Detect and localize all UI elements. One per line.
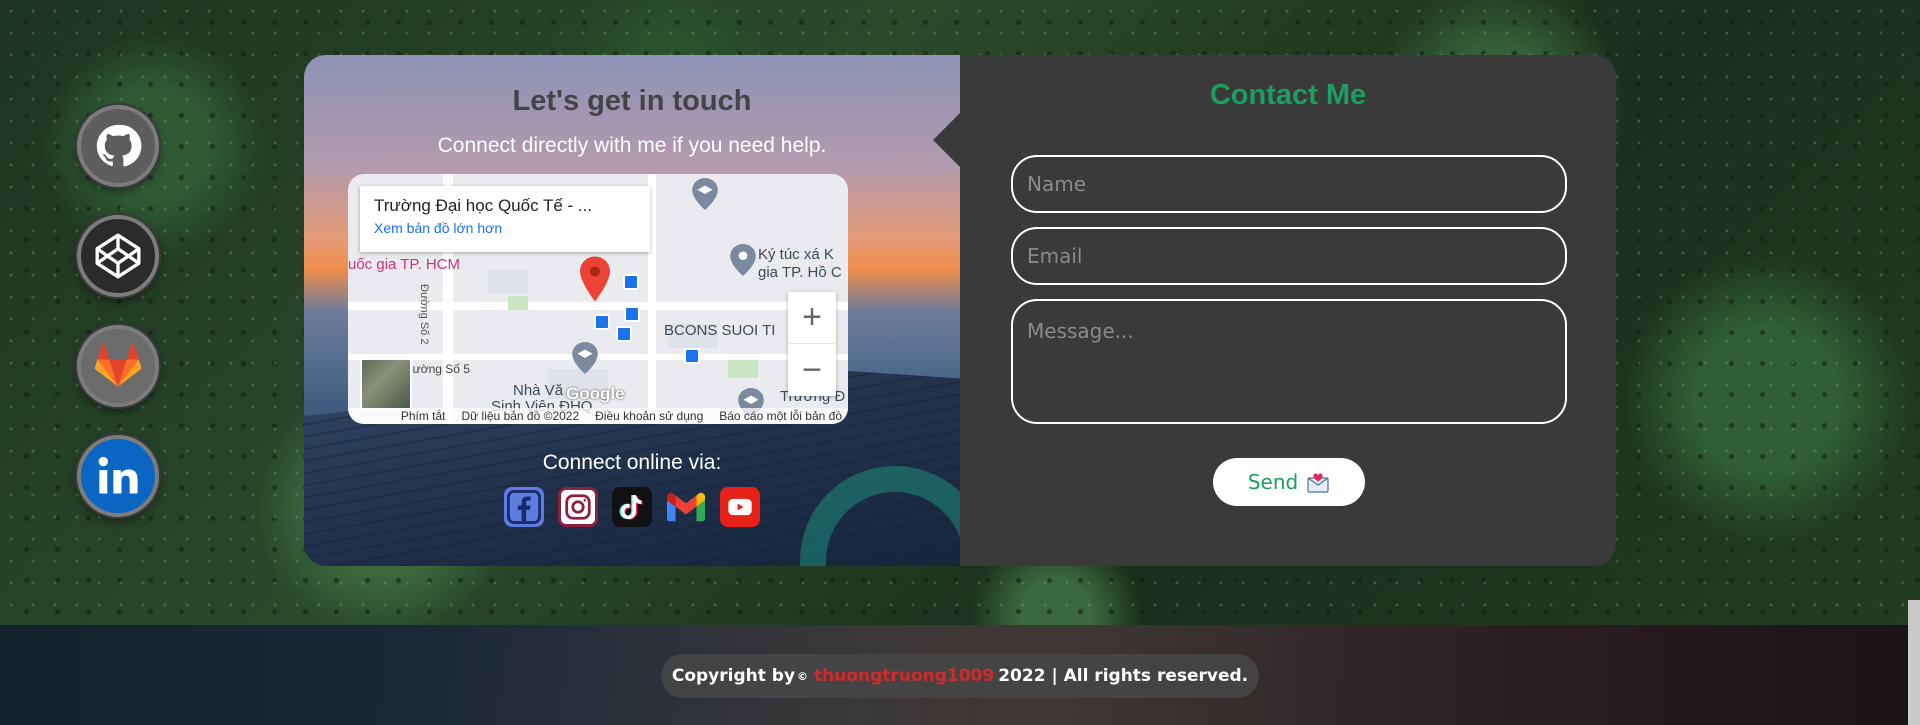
message-textarea[interactable]	[1011, 299, 1567, 424]
youtube-icon	[728, 498, 752, 516]
zoom-in-button[interactable]: +	[788, 292, 836, 344]
zoom-out-button[interactable]: −	[788, 344, 836, 396]
instagram-link[interactable]	[558, 487, 598, 527]
map-label-bcons: BCONS SUOI TI	[664, 322, 776, 339]
name-input[interactable]	[1011, 155, 1567, 213]
map-label-dorm-2: gia TP. Hồ C	[758, 264, 842, 281]
touch-panel: Let's get in touch Connect directly with…	[304, 55, 990, 566]
bus-stop-icon	[623, 274, 639, 290]
envelope-heart-icon	[1307, 473, 1329, 493]
map-shortcuts-link[interactable]: Phím tắt	[401, 409, 446, 423]
place-name: Trường Đại học Quốc Tế - ...	[374, 196, 593, 215]
facebook-icon	[507, 490, 541, 524]
touch-title: Let's get in touch	[512, 85, 752, 117]
map-label-nha: Nhà Vă	[513, 382, 564, 399]
map-pin-icon[interactable]	[580, 256, 610, 302]
gmail-link[interactable]	[666, 487, 706, 527]
connect-online-label: Connect online via:	[542, 451, 722, 474]
linkedin-link[interactable]	[77, 435, 159, 517]
map-label-dorm-1: Ký túc xá K	[758, 246, 834, 263]
gmail-icon	[667, 492, 705, 522]
social-sidebar	[77, 105, 159, 545]
contact-title: Contact Me	[1209, 79, 1367, 111]
tiktok-icon	[619, 495, 643, 520]
larger-map-link[interactable]: Xem bản đồ lớn hơn	[374, 220, 636, 236]
map-label-road-2: Đường Số 5	[404, 362, 470, 376]
google-watermark: Google	[566, 384, 625, 403]
place-info-card: Trường Đại học Quốc Tế - ... Xem bản đồ …	[360, 186, 650, 252]
map-park	[508, 296, 528, 310]
online-icons	[304, 487, 960, 527]
codepen-link[interactable]	[77, 215, 159, 297]
map-terms-link[interactable]: Điều khoản sử dụng	[595, 409, 703, 423]
copyright-prefix: Copyright by	[671, 666, 796, 686]
linkedin-icon	[90, 448, 146, 504]
map-building	[488, 269, 528, 293]
satellite-toggle[interactable]	[360, 358, 412, 410]
instagram-icon	[565, 494, 591, 520]
embedded-map[interactable]: Trường Đại học Quốc Tế - ... Xem bản đồ …	[348, 174, 848, 424]
email-input[interactable]	[1011, 227, 1567, 285]
tiktok-link[interactable]	[612, 487, 652, 527]
bus-stop-icon	[624, 306, 640, 322]
bus-stop-icon	[594, 314, 610, 330]
zoom-controls: + −	[788, 292, 836, 396]
codepen-icon	[95, 233, 141, 279]
copyright-symbol: ©	[797, 669, 809, 683]
map-report-link[interactable]: Báo cáo một lỗi bản đồ	[719, 409, 842, 423]
copyright-bar: Copyright by © thuongtruong1009 2022 | A…	[661, 654, 1259, 698]
map-road	[348, 354, 848, 360]
contact-card: Let's get in touch Connect directly with…	[304, 55, 1616, 566]
map-place-marker-icon	[730, 244, 756, 276]
map-school-marker-icon	[572, 342, 598, 374]
owner-link[interactable]: thuongtruong1009	[814, 666, 994, 686]
facebook-link[interactable]	[504, 487, 544, 527]
send-label: Send	[1247, 470, 1299, 494]
github-link[interactable]	[77, 105, 159, 187]
map-data-credit: Dữ liệu bản đồ ©2022	[461, 409, 580, 423]
youtube-link[interactable]	[720, 487, 760, 527]
gitlab-link[interactable]	[77, 325, 159, 407]
map-label-road-1: Đường Số 2	[418, 284, 430, 345]
bus-stop-icon	[684, 348, 700, 364]
contact-form-panel: Contact Me Send	[933, 55, 1616, 566]
copyright-suffix: 2022 | All rights reserved.	[998, 666, 1249, 686]
panel-pointer	[933, 113, 960, 167]
github-icon	[96, 124, 142, 167]
bus-stop-icon	[616, 326, 632, 342]
touch-subtitle: Connect directly with me if you need hel…	[437, 134, 827, 157]
map-footer: Phím tắt Dữ liệu bản đồ ©2022 Điều khoản…	[348, 408, 848, 424]
map-park	[728, 360, 758, 378]
send-button[interactable]: Send	[1213, 458, 1365, 506]
map-school-marker-icon	[692, 178, 718, 210]
page-scrollbar[interactable]	[1908, 600, 1920, 725]
map-label-school: uốc gia TP. HCM	[348, 256, 460, 273]
gitlab-icon	[94, 343, 142, 387]
